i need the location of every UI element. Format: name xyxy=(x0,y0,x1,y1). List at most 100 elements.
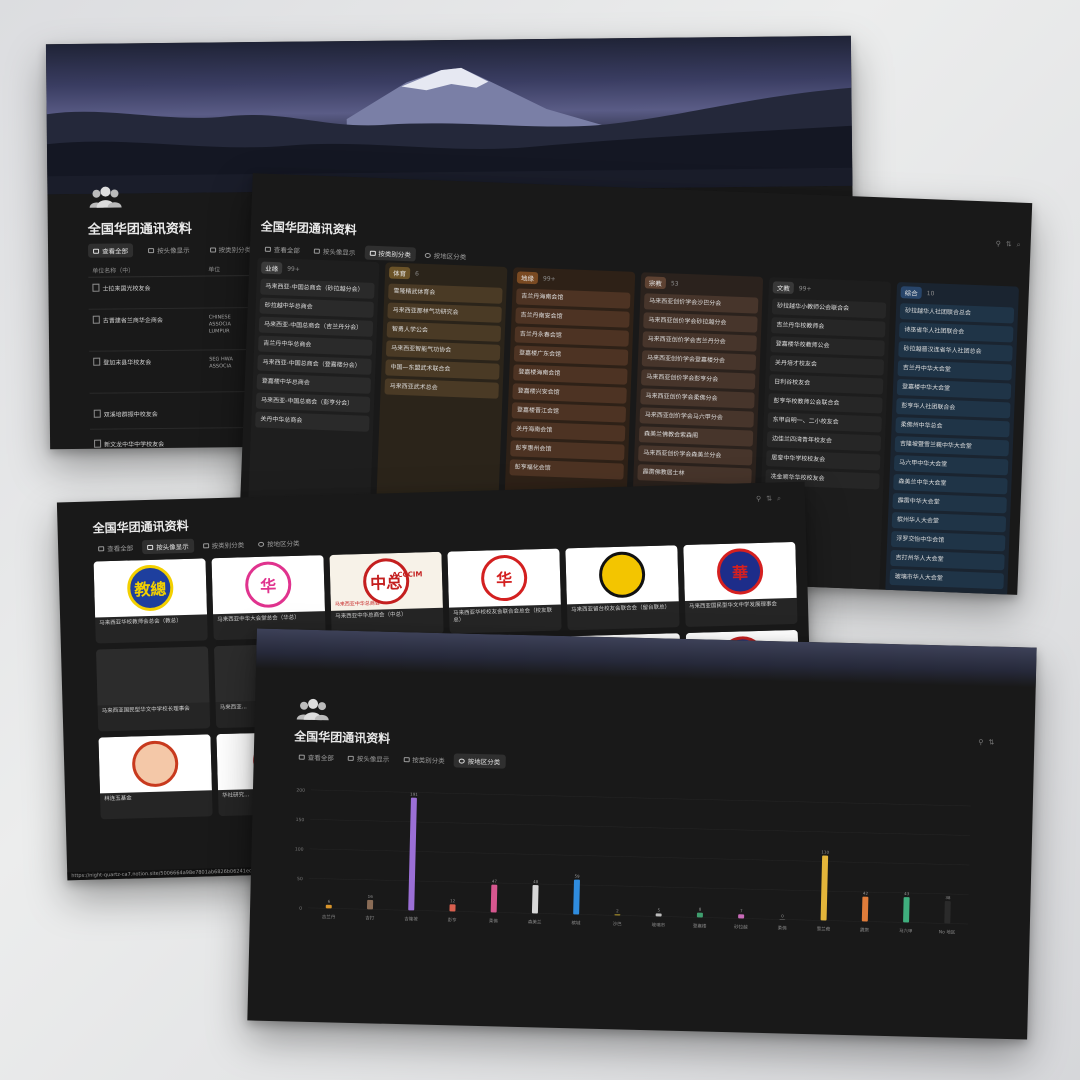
filter-icon[interactable]: ⚲ xyxy=(978,738,983,746)
board-card[interactable]: 森美兰中华大会堂 xyxy=(893,473,1008,495)
board-card[interactable]: 登嘉楼中华总商会 xyxy=(256,373,372,394)
tab-view-all[interactable]: 查看全部 xyxy=(294,749,339,764)
gallery-card[interactable]: 中总 ACCCIM 马来西亚中华总商会 马来西亚中华总商会（中总） xyxy=(329,551,444,637)
row-name[interactable]: 古晋建省兰商华企商会 xyxy=(89,315,209,325)
board-card[interactable]: 马来西亚创价学会彭亨分会 xyxy=(640,369,756,390)
board-card[interactable]: 马来西亚创价学会登嘉楼分会 xyxy=(641,350,757,371)
board-card[interactable]: 东甲启明一、二小校友会 xyxy=(767,412,882,433)
column-header[interactable]: 宗教 53 xyxy=(644,276,759,292)
board-card[interactable]: 马六甲中华大会堂 xyxy=(893,455,1009,476)
sort-icon[interactable]: ⇅ xyxy=(988,738,994,746)
board-card[interactable]: 吉兰丹中华大会堂 xyxy=(897,360,1013,381)
board-card[interactable]: 砂拉越中华总商会 xyxy=(259,297,374,318)
board-card[interactable]: 霹雳佛教居士林 xyxy=(637,464,752,485)
board-card[interactable]: 诗巫省华人社团联合会 xyxy=(898,322,1014,343)
gallery-card[interactable]: 马来西亚国民型华文中学校长理事会 xyxy=(95,646,211,732)
board-card[interactable]: 霹雳中华大会堂 xyxy=(892,492,1007,514)
board-card[interactable]: 马来西亚武术总会 xyxy=(384,378,499,399)
board-card[interactable]: 马来西亚创价学会砂拉越分会 xyxy=(643,312,758,333)
bar[interactable] xyxy=(696,912,703,918)
board-card[interactable]: 吉兰丹永春会馆 xyxy=(514,326,630,347)
bar[interactable] xyxy=(490,884,498,913)
board-card[interactable]: 吉兰丹中华总商会 xyxy=(257,335,373,356)
board-card[interactable]: 吉兰丹南安会馆 xyxy=(515,307,630,328)
tab-gallery[interactable]: 按头像显示 xyxy=(309,243,361,259)
board-card[interactable]: 砂拉越华人社团联合总会 xyxy=(899,303,1015,324)
tab-view-all[interactable]: 查看全部 xyxy=(93,540,138,555)
board-card[interactable]: 彭亨福化会馆 xyxy=(509,459,624,480)
board-card[interactable]: 砂拉越晋汉连省华人社团总会 xyxy=(898,341,1013,362)
gallery-card[interactable]: 林连玉基金 xyxy=(98,734,213,820)
row-name[interactable]: 士拉来国光校友会 xyxy=(88,283,208,293)
board-card[interactable]: 登嘉楼晋江会馆 xyxy=(511,402,627,423)
gallery-card[interactable]: 华马来西亚华校校友会联合会总会（校友联总） xyxy=(447,548,562,634)
board-card[interactable]: 马来西亚智能气功协会 xyxy=(385,340,501,361)
board-card[interactable]: 关丹培才校友会 xyxy=(769,355,885,376)
tab-region[interactable]: 按地区分类 xyxy=(420,248,472,264)
board-card[interactable]: 彭亨华校教师公会联合会 xyxy=(768,393,883,414)
board-card[interactable]: 登嘉楼海南会馆 xyxy=(513,364,628,385)
sort-icon[interactable]: ⇅ xyxy=(766,495,772,504)
board-card[interactable]: 砂拉越华小教师公会联合会 xyxy=(771,298,887,319)
tab-gallery[interactable]: 按头像显示 xyxy=(143,243,195,258)
bar[interactable] xyxy=(820,855,829,921)
sort-icon[interactable]: ⇅ xyxy=(1006,240,1012,249)
tab-region[interactable]: 按地区分类 xyxy=(453,753,506,769)
tab-board[interactable]: 按类别分类 xyxy=(364,245,417,262)
tab-board[interactable]: 按类别分类 xyxy=(197,537,249,552)
board-card[interactable]: 登嘉楼广东会馆 xyxy=(513,345,629,366)
board-card[interactable]: 马来西亚-中国总商会（登嘉楼分会） xyxy=(257,354,372,375)
column-header[interactable]: 地缘 99+ xyxy=(516,271,631,287)
tab-board[interactable]: 按类别分类 xyxy=(204,242,256,257)
gallery-card[interactable]: 华马来西亚中华大会堂总会（华总） xyxy=(211,555,326,641)
column-header[interactable]: 单位名称（中） xyxy=(88,265,208,275)
board-card[interactable]: 马来西亚创价学会柔佛分会 xyxy=(640,388,755,409)
board-card[interactable]: 柔佛州中华总会 xyxy=(895,417,1010,438)
board-card[interactable]: 边佳兰四湾青年校友会 xyxy=(766,431,882,452)
board-card[interactable]: 登嘉楼兴安会馆 xyxy=(512,383,627,404)
tab-region[interactable]: 按地区分类 xyxy=(253,536,305,551)
column-header[interactable]: 体育 6 xyxy=(388,266,503,282)
bar[interactable] xyxy=(408,797,417,911)
gallery-card[interactable]: 马来西亚留台校友会联合会（留台联总） xyxy=(565,545,680,631)
column-header[interactable]: 业缘 99+ xyxy=(260,261,375,278)
board-card[interactable]: 马来西亚创价学会沙巴分会 xyxy=(643,293,759,314)
row-name[interactable]: 双溪培群振中校友会 xyxy=(90,409,210,419)
row-name[interactable]: 新文龙中华中学校友会 xyxy=(90,439,210,449)
column-header[interactable]: 单位 xyxy=(208,264,220,273)
board-card[interactable]: 登嘉楼华校教师公会 xyxy=(770,336,885,357)
bar[interactable] xyxy=(449,904,456,912)
search-icon[interactable]: ⌕ xyxy=(1017,241,1021,250)
board-card[interactable]: 吉隆坡暨雪兰莪中华大会堂 xyxy=(894,436,1010,457)
board-card[interactable]: 智勇人学公会 xyxy=(386,321,502,342)
board-card[interactable]: 马来西亚创价学会森美兰分会 xyxy=(638,445,753,466)
board-card[interactable]: 关丹海南会馆 xyxy=(510,421,626,442)
board-card[interactable]: 吉兰丹华校教师会 xyxy=(771,317,886,338)
bar[interactable] xyxy=(573,879,580,915)
bar[interactable] xyxy=(655,913,662,917)
tab-gallery[interactable]: 按头像显示 xyxy=(343,751,395,766)
board-card[interactable]: 吉打州华人大会堂 xyxy=(890,549,1005,571)
board-card[interactable]: 马来西亚创价学会吉兰丹分会 xyxy=(642,331,757,352)
board-card[interactable]: 玻璃市华人大会堂 xyxy=(889,568,1005,590)
board-card[interactable]: 马来西亚-中国总商会（彭亨分会） xyxy=(255,392,371,413)
bar[interactable] xyxy=(531,885,539,914)
bar[interactable] xyxy=(325,904,332,909)
column-header[interactable]: 综合 10 xyxy=(900,286,1014,302)
tab-view-all[interactable]: 查看全部 xyxy=(260,242,306,258)
board-card[interactable]: 森美兰佛教会紫森阁 xyxy=(638,426,754,447)
board-card[interactable]: 日利谷校友会 xyxy=(768,374,884,395)
board-card[interactable]: 马来西亚创价学会马六甲分会 xyxy=(639,407,755,428)
gallery-card[interactable]: 華马来西亚国民型华文中学发展理事会 xyxy=(683,541,798,628)
filter-icon[interactable]: ⚲ xyxy=(996,240,1001,249)
board-card[interactable]: 马来西亚-中国总商会（砂拉越分会） xyxy=(260,278,375,299)
board-card[interactable]: 浮罗交怡中华会馆 xyxy=(890,530,1006,552)
board-card[interactable]: 关丹中华总商会 xyxy=(255,411,370,432)
tab-board[interactable]: 按类别分类 xyxy=(398,752,450,767)
bar[interactable] xyxy=(614,914,621,916)
board-card[interactable]: 彭亨华人社团联合会 xyxy=(896,398,1011,419)
bar[interactable] xyxy=(738,914,745,919)
bar[interactable] xyxy=(944,901,951,924)
board-card[interactable]: 雪隆精武体育会 xyxy=(388,283,503,304)
search-icon[interactable]: ⌕ xyxy=(777,494,781,503)
